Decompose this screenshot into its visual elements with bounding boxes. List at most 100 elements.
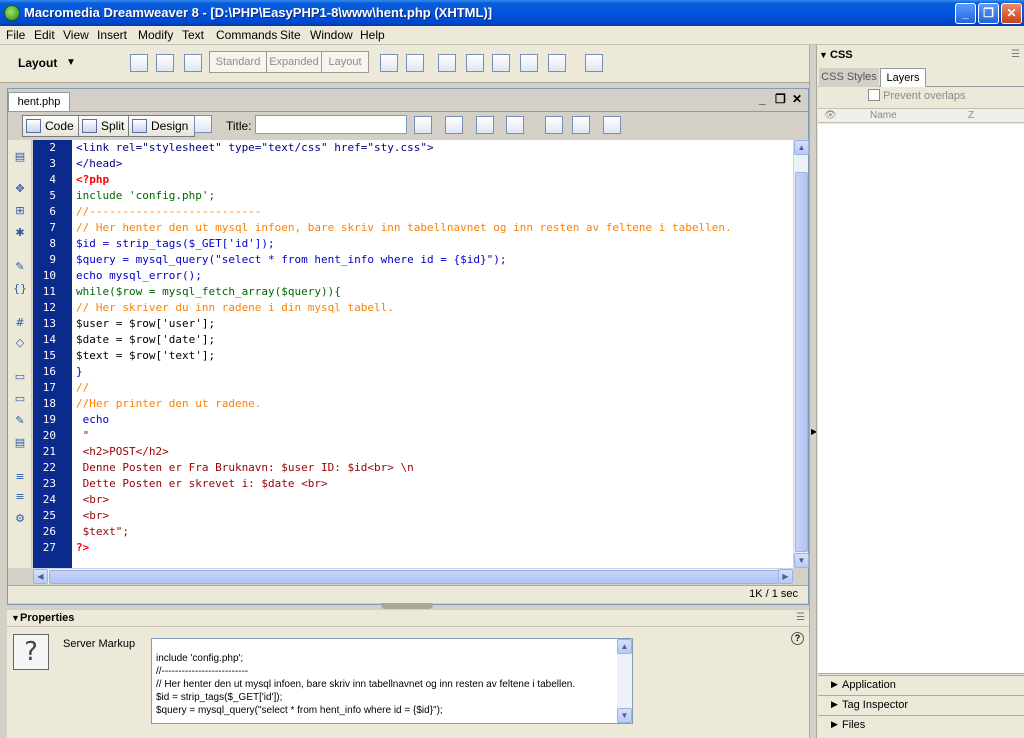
close-button[interactable]: ✕ — [1001, 3, 1022, 24]
preview-icon[interactable] — [445, 116, 463, 134]
horizontal-scrollbar[interactable]: ◀ ▶ — [33, 568, 793, 584]
menu-insert[interactable]: Insert — [97, 28, 127, 42]
menu-commands[interactable]: Commands — [216, 28, 277, 42]
code-line[interactable]: <?php — [72, 172, 793, 188]
code-line[interactable]: while($row = mysql_fetch_array($query)){ — [72, 284, 793, 300]
chevron-down-icon[interactable]: ▼ — [66, 57, 76, 68]
table-icon[interactable] — [130, 54, 148, 72]
column-z[interactable]: Z — [968, 110, 974, 121]
column-name[interactable]: Name — [870, 110, 897, 121]
vertical-scroll-thumb[interactable] — [795, 172, 808, 552]
code-line[interactable]: $date = $row['date']; — [72, 332, 793, 348]
split-view-button[interactable]: Split — [78, 115, 132, 137]
code-line[interactable]: //Her printer den ut radene. — [72, 396, 793, 412]
eye-icon[interactable]: 👁 — [824, 110, 837, 121]
code-line[interactable]: Dette Posten er skrevet i: $date <br> — [72, 476, 793, 492]
menu-site[interactable]: Site — [280, 28, 301, 42]
scroll-right-icon[interactable]: ▶ — [778, 569, 793, 584]
outdent-icon[interactable]: ≡ — [13, 490, 27, 504]
code-line[interactable]: <link rel="stylesheet" type="text/css" h… — [72, 140, 793, 156]
menu-modify[interactable]: Modify — [138, 28, 173, 42]
code-line[interactable]: // Her skriver du inn radene i din mysql… — [72, 300, 793, 316]
view-options-icon[interactable] — [572, 116, 590, 134]
scroll-up-icon[interactable]: ▲ — [617, 639, 632, 654]
standard-mode-button[interactable]: Standard — [209, 51, 267, 73]
tab-hent-php[interactable]: hent.php — [8, 92, 70, 112]
title-input[interactable] — [255, 115, 407, 134]
format-source-icon[interactable]: ⚙ — [13, 512, 27, 526]
menu-file[interactable]: File — [6, 28, 25, 42]
insert-column-right-icon[interactable] — [520, 54, 538, 72]
code-line[interactable]: echo — [72, 412, 793, 428]
doc-minimize-icon[interactable]: _ — [759, 92, 766, 106]
validate-icon[interactable] — [476, 116, 494, 134]
draw-layout-cell-icon[interactable] — [406, 54, 424, 72]
live-data-icon[interactable] — [194, 115, 212, 133]
scroll-down-icon[interactable]: ▼ — [794, 553, 809, 568]
code-line[interactable]: } — [72, 364, 793, 380]
layer-icon[interactable] — [156, 54, 174, 72]
code-editor[interactable]: <link rel="stylesheet" type="text/css" h… — [72, 140, 793, 568]
code-line[interactable]: " — [72, 428, 793, 444]
doc-close-icon[interactable]: ✕ — [792, 92, 802, 106]
apply-comment-icon[interactable]: ▭ — [13, 370, 27, 384]
panel-group-tag-inspector[interactable]: ▶ Tag Inspector — [818, 695, 1024, 714]
vertical-scrollbar[interactable]: ▲ ▼ — [793, 140, 809, 568]
code-line[interactable]: //-------------------------- — [72, 204, 793, 220]
options-menu-icon[interactable]: ☰ — [1011, 49, 1020, 60]
code-line[interactable]: $query = mysql_query("select * from hent… — [72, 252, 793, 268]
code-view-button[interactable]: Code — [22, 115, 81, 137]
code-line[interactable]: <br> — [72, 492, 793, 508]
maximize-button[interactable]: ❐ — [978, 3, 999, 24]
menu-edit[interactable]: Edit — [34, 28, 55, 42]
visual-aids-icon[interactable] — [603, 116, 621, 134]
code-line[interactable]: // — [72, 380, 793, 396]
insert-category-label[interactable]: Layout — [18, 56, 57, 70]
prevent-overlaps-option[interactable]: Prevent overlaps — [868, 89, 966, 102]
minimize-button[interactable]: _ — [955, 3, 976, 24]
line-numbers-icon[interactable]: # — [13, 316, 27, 330]
frame-icon[interactable] — [184, 54, 202, 72]
indent-icon[interactable]: ≡ — [13, 470, 27, 484]
properties-header[interactable]: ▼ Properties ☰ — [7, 610, 809, 627]
insert-row-above-icon[interactable] — [438, 54, 456, 72]
code-line[interactable]: ?> — [72, 540, 793, 556]
layers-list[interactable] — [818, 124, 1024, 674]
wrap-tag-icon[interactable]: ✎ — [13, 414, 27, 428]
markup-scrollbar[interactable]: ▲ ▼ — [617, 639, 632, 723]
expand-all-icon[interactable]: ✱ — [13, 226, 27, 240]
design-view-button[interactable]: Design — [128, 115, 196, 137]
tabular-data-icon[interactable] — [585, 54, 603, 72]
help-icon[interactable]: ? — [791, 632, 804, 645]
layout-mode-button[interactable]: Layout — [321, 51, 369, 73]
code-line[interactable]: Denne Posten er Fra Bruknavn: $user ID: … — [72, 460, 793, 476]
code-line[interactable]: <br> — [72, 508, 793, 524]
highlight-invalid-code-icon[interactable]: ◇ — [13, 336, 27, 350]
css-panel-header[interactable]: ▼ CSS ☰ — [818, 48, 1024, 65]
scroll-left-icon[interactable]: ◀ — [33, 569, 48, 584]
menu-view[interactable]: View — [63, 28, 89, 42]
frames-icon[interactable] — [548, 54, 566, 72]
panel-group-application[interactable]: ▶ Application — [818, 675, 1024, 694]
refresh-icon[interactable] — [545, 116, 563, 134]
code-line[interactable]: $text = $row['text']; — [72, 348, 793, 364]
collapse-tag-icon[interactable]: ✥ — [13, 182, 27, 196]
panel-group-files[interactable]: ▶ Files — [818, 715, 1024, 734]
horizontal-scroll-thumb[interactable] — [49, 570, 779, 584]
remove-comment-icon[interactable]: ▭ — [13, 392, 27, 406]
code-line[interactable]: $id = strip_tags($_GET['id']); — [72, 236, 793, 252]
options-menu-icon[interactable]: ☰ — [796, 612, 805, 623]
panel-resize-grip[interactable] — [381, 603, 433, 609]
menu-text[interactable]: Text — [182, 28, 204, 42]
prevent-overlaps-checkbox[interactable] — [868, 89, 880, 101]
tab-css-styles[interactable]: CSS Styles — [819, 68, 879, 87]
browser-check-icon[interactable] — [506, 116, 524, 134]
code-line[interactable]: $user = $row['user']; — [72, 316, 793, 332]
code-line[interactable]: // Her henter den ut mysql infoen, bare … — [72, 220, 793, 236]
code-line[interactable]: echo mysql_error(); — [72, 268, 793, 284]
panel-collapse-strip[interactable]: ▶ — [809, 45, 817, 738]
balance-braces-icon[interactable]: {} — [13, 282, 27, 296]
code-line[interactable]: </head> — [72, 156, 793, 172]
recent-snippets-icon[interactable]: ▤ — [13, 436, 27, 450]
tab-layers[interactable]: Layers — [880, 68, 926, 87]
